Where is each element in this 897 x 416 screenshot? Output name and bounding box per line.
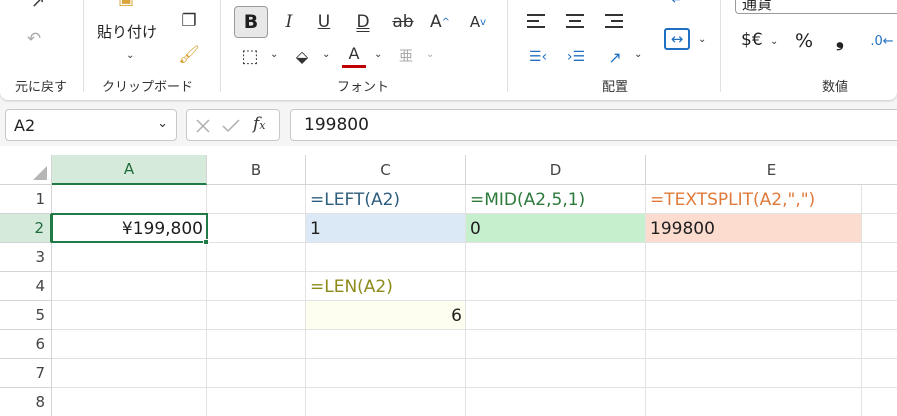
column-header-b[interactable]: B — [207, 155, 306, 185]
name-box-dropdown-icon[interactable]: ⌄ — [157, 116, 168, 131]
separator — [507, 0, 508, 92]
fill-color-dropdown-icon[interactable]: ⌄ — [322, 49, 330, 60]
cell-e2[interactable]: 199800 — [646, 214, 861, 243]
active-cell-border — [51, 213, 208, 243]
name-box[interactable]: A2 ⌄ — [5, 109, 177, 141]
border-icon[interactable]: ⬚ — [238, 44, 262, 68]
strikethrough-icon[interactable]: ab — [390, 8, 416, 36]
italic-icon[interactable]: I — [276, 8, 302, 36]
align-middle-icon[interactable] — [566, 12, 586, 32]
cell-c2[interactable]: 1 — [306, 214, 466, 243]
orientation-icon[interactable]: ↗ — [603, 45, 627, 69]
phonetic-dropdown-icon[interactable]: ⌄ — [426, 49, 434, 60]
fill-color-icon[interactable]: ⬙ — [290, 44, 314, 68]
gridline — [52, 358, 897, 359]
number-format-value: 通貨 — [742, 0, 773, 13]
cell-d1[interactable]: =MID(A2,5,1) — [466, 185, 646, 214]
number-format-select[interactable]: 通貨 — [735, 0, 897, 14]
increase-font-icon[interactable]: A ^ — [426, 8, 454, 36]
copy-icon[interactable]: ❐ — [178, 10, 200, 32]
comma-style-button[interactable]: ❟ — [836, 27, 844, 51]
paste-icon[interactable]: ▣ — [115, 0, 137, 9]
row-header-5[interactable]: 5 — [0, 301, 52, 330]
bold-button[interactable]: B — [234, 6, 268, 38]
fill-handle[interactable] — [203, 239, 209, 245]
formula-input[interactable]: 199800 — [290, 109, 897, 141]
clipboard-group-label: クリップボード — [102, 80, 194, 95]
ribbon-panel: ↗ ↶ 元に戻す ▣ 貼り付け ⌄ ❐ 🖌 クリップボード B I U D ab… — [0, 0, 897, 100]
merge-dropdown-icon[interactable]: ⌄ — [698, 34, 706, 45]
worksheet-grid: A B C D E 1 2 3 4 5 6 7 8 =LEFT(A2) =MID… — [0, 155, 897, 416]
gridline — [52, 329, 897, 330]
formula-value: 199800 — [304, 115, 369, 135]
select-all-icon — [33, 166, 47, 180]
border-dropdown-icon[interactable]: ⌄ — [270, 49, 278, 60]
cell-e1[interactable]: =TEXTSPLIT(A2,",") — [646, 185, 897, 214]
gridline — [52, 271, 897, 272]
font-color-icon[interactable]: A — [342, 42, 366, 68]
undo-icon[interactable]: ↶ — [22, 28, 46, 50]
cell-d2[interactable]: 0 — [466, 214, 646, 243]
currency-dropdown-icon[interactable]: ⌄ — [770, 36, 778, 47]
row-header-6[interactable]: 6 — [0, 330, 52, 359]
formula-bar: A2 ⌄ fx 199800 — [0, 103, 897, 146]
undo-label[interactable]: 元に戻す — [15, 76, 67, 95]
gridline — [52, 387, 897, 388]
formula-controls: fx — [186, 109, 280, 141]
alignment-group-label: 配置 — [602, 80, 629, 95]
increase-indent-icon[interactable]: ›☰ — [564, 46, 588, 68]
separator — [83, 0, 84, 92]
cell-c1[interactable]: =LEFT(A2) — [306, 185, 466, 214]
increase-decimal-icon[interactable]: .0← — [870, 30, 894, 52]
percent-button[interactable]: % — [795, 30, 813, 52]
paste-dropdown-icon[interactable]: ⌄ — [126, 50, 134, 61]
column-header-e[interactable]: E — [646, 155, 897, 185]
redo-icon[interactable]: ↗ — [26, 0, 50, 12]
decrease-indent-icon[interactable]: ☰‹ — [526, 46, 550, 68]
enter-icon[interactable] — [222, 118, 240, 134]
font-group-label: フォント — [337, 80, 390, 95]
font-color-dropdown-icon[interactable]: ⌄ — [374, 49, 382, 60]
double-underline-icon[interactable]: D — [350, 8, 376, 36]
gridline — [52, 300, 897, 301]
row-header-7[interactable]: 7 — [0, 359, 52, 388]
column-header-d[interactable]: D — [466, 155, 646, 185]
row-header-3[interactable]: 3 — [0, 243, 52, 272]
row-header-4[interactable]: 4 — [0, 272, 52, 301]
bold-icon: B — [243, 11, 259, 33]
phonetic-icon[interactable]: 亜 — [394, 44, 418, 68]
merge-center-icon[interactable]: ↔ — [664, 28, 690, 50]
currency-button[interactable]: $€ — [741, 30, 763, 50]
orientation-dropdown-icon[interactable]: ⌄ — [634, 49, 642, 60]
comma-icon: ❟ — [836, 27, 844, 51]
cancel-icon[interactable] — [195, 118, 211, 134]
column-header-a[interactable]: A — [52, 155, 207, 185]
underline-icon[interactable]: U — [311, 8, 337, 36]
cell-c4[interactable]: =LEN(A2) — [306, 272, 466, 301]
ribbon: ↗ ↶ 元に戻す ▣ 貼り付け ⌄ ❐ 🖌 クリップボード B I U D ab… — [0, 0, 897, 103]
decrease-font-icon[interactable]: Av — [464, 8, 492, 36]
cell-c5[interactable]: 6 — [306, 301, 466, 330]
align-top-icon[interactable] — [527, 12, 547, 32]
number-group-label: 数値 — [822, 80, 849, 95]
separator — [720, 0, 721, 92]
format-painter-icon[interactable]: 🖌 — [178, 44, 200, 66]
row-header-1[interactable]: 1 — [0, 185, 52, 214]
percent-icon: % — [795, 30, 814, 52]
select-all-button[interactable] — [0, 155, 52, 185]
currency-icon: $€ — [741, 30, 763, 50]
row-header-8[interactable]: 8 — [0, 388, 52, 416]
row-header-2[interactable]: 2 — [0, 214, 52, 243]
wrap-text-icon[interactable]: ↵ — [666, 0, 688, 10]
insert-function-icon[interactable]: fx — [253, 114, 266, 134]
column-header-c[interactable]: C — [306, 155, 466, 185]
separator — [220, 0, 221, 92]
name-box-value: A2 — [14, 116, 36, 135]
align-bottom-icon[interactable] — [605, 12, 625, 32]
paste-button[interactable]: 貼り付け — [97, 21, 157, 42]
